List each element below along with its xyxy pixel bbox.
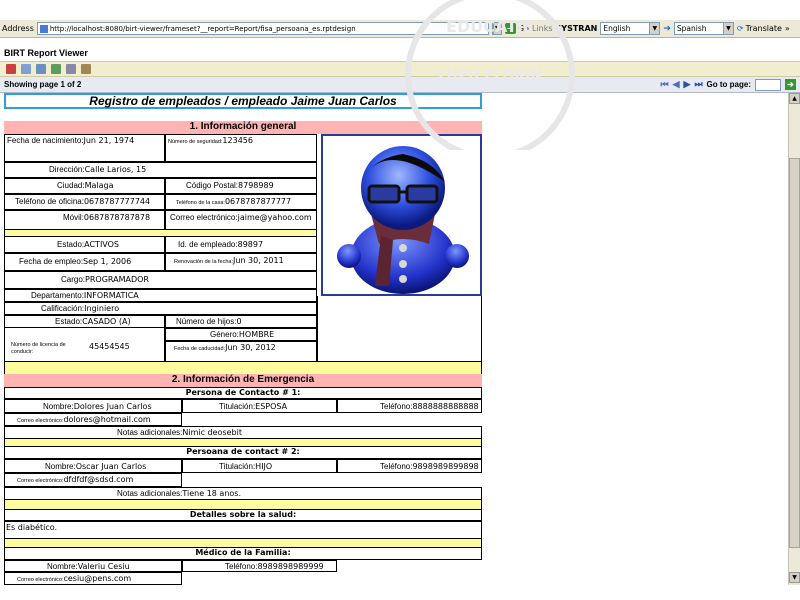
- contact2-notes-cell: Notas adicionales:Tiene 18 anos.: [4, 487, 482, 500]
- contact2-phone-cell: Teléfono:9898989899898: [337, 459, 482, 473]
- from-language-select[interactable]: English ▼: [600, 22, 661, 35]
- chevron-down-icon: ▼: [649, 23, 660, 34]
- systran-brand: SYSTRAN: [555, 24, 598, 33]
- report-header: Registro de empleados / empleado Jaime J…: [4, 93, 482, 109]
- position-cell: Cargo:PROGRAMADOR: [4, 271, 317, 289]
- contact2-email-cell: Correo electrónico:dfdfdf@sdsd.com: [4, 473, 182, 487]
- marital-status-cell: Estado:CASADO (A): [4, 315, 165, 328]
- export-report-icon[interactable]: [51, 64, 61, 74]
- children-cell: Número de hijos:0: [165, 315, 317, 328]
- viewer-toolbar: [0, 61, 800, 77]
- contact1-notes-cell: Notas adicionales:Nimic deosebit: [4, 426, 482, 439]
- go-button[interactable]: ➔ Go: [504, 23, 529, 34]
- contact2-title: Persoana de contact # 2:: [4, 446, 482, 459]
- doctor-name-cell: Nombre:Valeriu Cesiu: [4, 560, 182, 572]
- page-status: Showing page 1 of 2: [4, 80, 82, 89]
- email-cell: Correo electrónico:jaime@yahoo.com: [165, 210, 317, 230]
- page-navigation-bar: Showing page 1 of 2 ⏮ ◀ ▶ ⏭ Go to page: …: [0, 77, 800, 93]
- separator: [4, 439, 482, 446]
- separator: [4, 539, 482, 547]
- status-cell: Estado:ACTIVOS: [4, 236, 165, 253]
- health-text-cell: Es diabético.: [4, 521, 482, 539]
- hire-date-cell: Fecha de empleo:Sep 1, 2006: [4, 253, 165, 271]
- license-cell: Número de licencia de conducir:45454545: [4, 341, 165, 362]
- address-label: Address: [2, 24, 34, 33]
- address-cell: Dirección:Calle Larios, 15: [4, 162, 317, 178]
- avatar-image: [337, 146, 469, 294]
- previous-page-icon[interactable]: ◀: [673, 79, 680, 90]
- contact2-name-cell: Nombre:Oscar Juan Carlos: [4, 459, 182, 473]
- print-icon[interactable]: [66, 64, 76, 74]
- doctor-phone-cell: Teléfono:8989898989999: [182, 560, 337, 572]
- health-title: Detalles sobre la salud:: [4, 509, 482, 521]
- translate-button[interactable]: ⟳ Translate: [737, 24, 782, 33]
- go-arrow-icon: ➔: [504, 23, 516, 34]
- contact1-relation-cell: Titulación:ESPOSA: [182, 399, 337, 413]
- security-number-cell: Número de seguridad:123456: [165, 134, 317, 162]
- chevron-down-icon: ▼: [722, 23, 733, 34]
- links-label[interactable]: Links: [532, 24, 553, 33]
- gender-cell: Género:HOMBRE: [165, 328, 317, 341]
- next-page-icon[interactable]: ▶: [684, 79, 691, 90]
- doctor-title: Médico de la Familia:: [4, 547, 482, 560]
- photo-frame-bottom: [317, 296, 482, 362]
- vertical-scrollbar[interactable]: ▲ ▼: [788, 93, 800, 585]
- url-dropdown[interactable]: ▼: [491, 22, 502, 35]
- to-language-select[interactable]: Spanish ▼: [673, 22, 734, 35]
- viewer-title: BIRT Report Viewer: [4, 48, 88, 58]
- employee-photo: [321, 134, 482, 296]
- goto-page-input[interactable]: [755, 78, 781, 91]
- print-server-icon[interactable]: [81, 64, 91, 74]
- last-page-icon[interactable]: ⏭: [694, 79, 702, 90]
- separator: [4, 362, 482, 374]
- qualification-cell: Calificación:Inginiero: [4, 302, 317, 315]
- report-content: Registro de empleados / empleado Jaime J…: [0, 93, 788, 585]
- chevron-down-icon: ▼: [492, 23, 501, 34]
- scroll-down-icon[interactable]: ▼: [789, 572, 800, 583]
- section-emergency-title: 2. Información de Emergencia: [4, 374, 482, 387]
- translate-direction-icon: ➔: [663, 23, 671, 34]
- address-bar: Address http://localhost:8080/birt-viewe…: [0, 20, 800, 38]
- url-text: http://localhost:8080/birt-viewer/frames…: [49, 24, 356, 33]
- section-general-title: 1. Información general: [4, 121, 482, 134]
- department-cell: Departamento:INFORMATICA: [4, 289, 317, 302]
- renewal-date-cell: Renovación de la fecha:Jun 30, 2011: [165, 253, 317, 271]
- mobile-cell: Móvil:0687878787878: [4, 210, 165, 230]
- contact1-name-cell: Nombre:Dolores Juan Carlos: [4, 399, 182, 413]
- scroll-thumb[interactable]: [789, 158, 800, 548]
- first-page-icon[interactable]: ⏮: [660, 79, 668, 90]
- contact1-phone-cell: Teléfono:8888888888888: [337, 399, 482, 413]
- doctor-email-cell: Correo electrónico:cesiu@pens.com: [4, 572, 182, 585]
- url-input[interactable]: http://localhost:8080/birt-viewer/frames…: [36, 22, 489, 35]
- goto-page-button[interactable]: ➔: [785, 79, 796, 90]
- toolbar-more-icon[interactable]: »: [785, 24, 790, 33]
- birthdate-cell: Fecha de nacimiento:Jun 21, 1974: [4, 134, 165, 162]
- translate-icon: ⟳: [736, 24, 744, 33]
- parameters-icon[interactable]: [21, 64, 31, 74]
- scroll-up-icon[interactable]: ▲: [789, 93, 800, 104]
- home-phone-cell: Teléfono de la casa:0678787877777: [165, 194, 317, 210]
- office-phone-cell: Teléfono de oficina:0678787777744: [4, 194, 165, 210]
- contact1-title: Persona de Contacto # 1:: [4, 387, 482, 399]
- contact1-email-cell: Correo electrónico:dolores@hotmail.com: [4, 413, 182, 426]
- goto-page-label: Go to page:: [706, 80, 751, 89]
- expiry-cell: Fecha de caducidad:Jun 30, 2012: [165, 341, 317, 362]
- page-icon: [39, 24, 48, 33]
- export-data-icon[interactable]: [36, 64, 46, 74]
- contact2-relation-cell: Titulación:HIJO: [182, 459, 337, 473]
- postal-code-cell: Código Postal:8798989: [165, 178, 317, 194]
- employee-id-cell: Id. de empleado:89897: [165, 236, 317, 253]
- toc-icon[interactable]: [6, 64, 16, 74]
- city-cell: Ciudad:Malaga: [4, 178, 165, 194]
- separator: [4, 500, 482, 509]
